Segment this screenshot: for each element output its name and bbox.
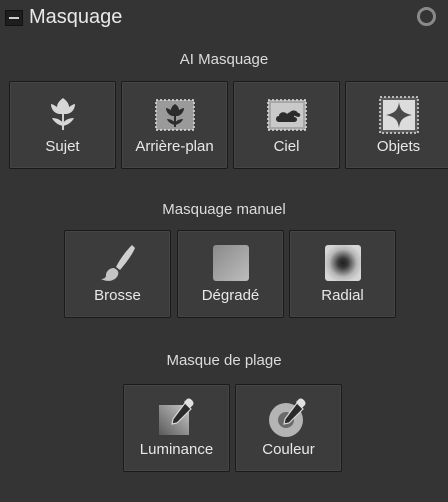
- luminance-label: Luminance: [139, 441, 214, 458]
- gradient-label: Dégradé: [201, 287, 260, 304]
- manual-section-title: Masquage manuel: [162, 201, 286, 218]
- panel-header: Masquage: [0, 0, 448, 34]
- color-eyedropper-icon: [267, 395, 311, 439]
- brush-label: Brosse: [94, 287, 141, 304]
- background-button[interactable]: Arrière-plan: [121, 81, 228, 169]
- masking-panel: Masquage AI Masquage Sujet Arrière-plan: [0, 0, 448, 502]
- range-section-title: Masque de plage: [166, 352, 282, 369]
- sky-button[interactable]: Ciel: [233, 81, 340, 169]
- sky-label: Ciel: [273, 138, 300, 155]
- brush-button[interactable]: Brosse: [64, 230, 171, 318]
- objects-button[interactable]: Objets: [345, 81, 448, 169]
- radial-button[interactable]: Radial: [289, 230, 396, 318]
- background-tulip-icon: [153, 92, 197, 136]
- color-label: Couleur: [262, 441, 315, 458]
- ai-section-title: AI Masquage: [179, 51, 269, 68]
- radial-label: Radial: [321, 287, 364, 304]
- background-label: Arrière-plan: [135, 138, 214, 155]
- tulip-icon: [41, 92, 85, 136]
- color-button[interactable]: Couleur: [235, 384, 342, 472]
- subject-button[interactable]: Sujet: [9, 81, 116, 169]
- panel-title: Masquage: [29, 6, 123, 28]
- objects-label: Objets: [376, 138, 421, 155]
- sparkle-object-icon: [377, 92, 421, 136]
- sky-cloud-icon: [265, 92, 309, 136]
- luminance-eyedropper-icon: [155, 395, 199, 439]
- gradient-icon: [209, 241, 253, 285]
- luminance-button[interactable]: Luminance: [123, 384, 230, 472]
- gradient-button[interactable]: Dégradé: [177, 230, 284, 318]
- collapse-icon[interactable]: [5, 10, 23, 26]
- brush-icon: [96, 241, 140, 285]
- radial-icon: [321, 241, 365, 285]
- panel-toggle-icon[interactable]: [417, 7, 436, 26]
- subject-label: Sujet: [45, 138, 80, 155]
